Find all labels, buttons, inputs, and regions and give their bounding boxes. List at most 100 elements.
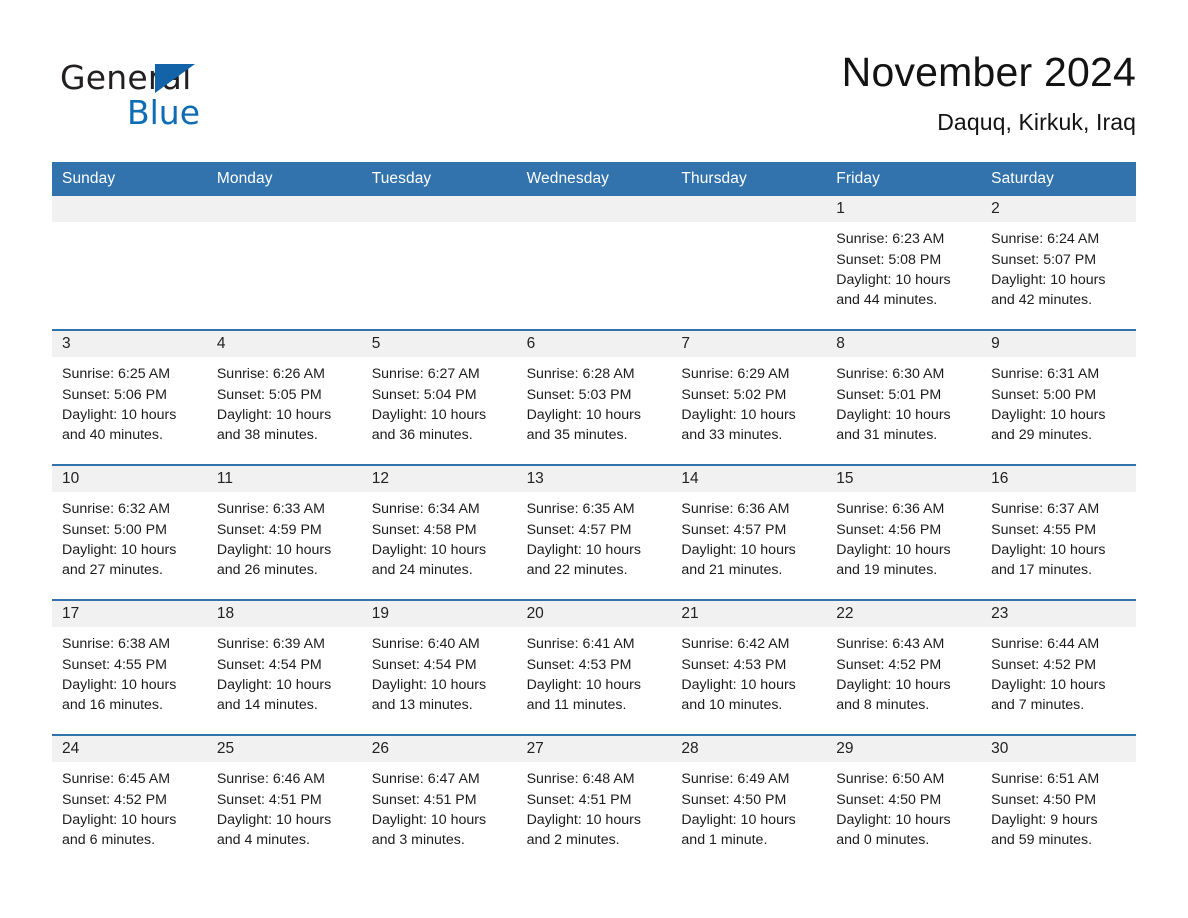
daylight-text-line1: Daylight: 10 hours: [371, 676, 487, 693]
sunset-text: Sunset: 5:04 PM: [371, 386, 477, 403]
calendar-day-cell[interactable]: 25 Sunrise: 6:46 AM Sunset: 4:51 PM Dayligh…: [206, 736, 362, 870]
daylight-text-line1: Daylight: 10 hours: [62, 541, 177, 558]
day-number: 27: [516, 736, 672, 763]
day-number: [206, 196, 362, 223]
calendar-day-cell[interactable]: 26 Sunrise: 6:47 AM Sunset: 4:51 PM Dayligh…: [361, 736, 517, 870]
calendar-day-cell[interactable]: 29 Sunrise: 6:50 AM Sunset: 4:50 PM Dayligh…: [826, 736, 982, 870]
sunrise-text: Sunrise: 6:30 AM: [836, 366, 945, 383]
daylight-text-line2: and 1 minute.: [681, 832, 768, 849]
sunset-text: Sunset: 5:01 PM: [836, 386, 942, 403]
calendar-day-cell[interactable]: 11 Sunrise: 6:33 AM Sunset: 4:59 PM Dayligh…: [206, 466, 362, 600]
sunrise-text: Sunrise: 6:31 AM: [991, 366, 1100, 383]
calendar-day-cell[interactable]: 8 Sunrise: 6:30 AM Sunset: 5:01 PM Daylight…: [826, 331, 982, 465]
day-sun-info: Sunrise: 6:37 AM Sunset: 4:55 PM Daylight:…: [981, 492, 1136, 581]
sunrise-text: Sunrise: 6:25 AM: [62, 366, 171, 383]
day-sun-info: Sunrise: 6:40 AM Sunset: 4:54 PM Daylight:…: [362, 627, 517, 716]
sunrise-text: Sunrise: 6:39 AM: [216, 636, 325, 653]
calendar-day-cell[interactable]: 12 Sunrise: 6:34 AM Sunset: 4:58 PM Dayligh…: [361, 466, 517, 600]
day-number: 18: [206, 601, 362, 628]
daylight-text-line2: and 7 minutes.: [991, 697, 1085, 714]
daylight-text-line2: and 8 minutes.: [836, 697, 930, 714]
day-sun-info: Sunrise: 6:43 AM Sunset: 4:52 PM Daylight:…: [826, 627, 981, 716]
sunset-text: Sunset: 4:55 PM: [62, 656, 167, 673]
daylight-text-line1: Daylight: 10 hours: [526, 406, 641, 423]
weekday-header-tuesday: Tuesday: [371, 170, 432, 188]
sunrise-text: Sunrise: 6:23 AM: [836, 231, 945, 248]
day-sun-info: Sunrise: 6:29 AM Sunset: 5:02 PM Daylight:…: [671, 357, 826, 446]
daylight-text-line2: and 0 minutes.: [836, 832, 930, 849]
daylight-text-line2: and 24 minutes.: [371, 562, 473, 579]
calendar-day-cell[interactable]: 7 Sunrise: 6:29 AM Sunset: 5:02 PM Daylight…: [671, 331, 827, 465]
calendar-week-row: 3 Sunrise: 6:25 AM Sunset: 5:06 PM Daylight…: [52, 329, 1136, 465]
calendar-day-cell[interactable]: 15 Sunrise: 6:36 AM Sunset: 4:56 PM Dayligh…: [826, 466, 982, 600]
daylight-text-line2: and 26 minutes.: [216, 562, 318, 579]
day-sun-info: Sunrise: 6:33 AM Sunset: 4:59 PM Daylight:…: [207, 492, 362, 581]
sunrise-text: Sunrise: 6:24 AM: [991, 231, 1100, 248]
calendar-day-cell[interactable]: 27 Sunrise: 6:48 AM Sunset: 4:51 PM Dayligh…: [516, 736, 672, 870]
calendar-day-cell[interactable]: 19 Sunrise: 6:40 AM Sunset: 4:54 PM Dayligh…: [361, 601, 517, 735]
calendar-day-cell[interactable]: 28 Sunrise: 6:49 AM Sunset: 4:50 PM Dayligh…: [671, 736, 827, 870]
sunset-text: Sunset: 4:52 PM: [62, 791, 167, 808]
calendar-day-cell[interactable]: 24 Sunrise: 6:45 AM Sunset: 4:52 PM Dayligh…: [52, 736, 207, 870]
calendar-day-cell[interactable]: 20 Sunrise: 6:41 AM Sunset: 4:53 PM Dayligh…: [516, 601, 672, 735]
calendar-day-cell[interactable]: 3 Sunrise: 6:25 AM Sunset: 5:06 PM Daylight…: [52, 331, 207, 465]
daylight-text-line2: and 16 minutes.: [62, 697, 163, 714]
calendar-day-cell[interactable]: 30 Sunrise: 6:51 AM Sunset: 4:50 PM Dayligh…: [981, 736, 1136, 870]
day-sun-info: Sunrise: 6:34 AM Sunset: 4:58 PM Daylight:…: [362, 492, 517, 581]
day-sun-info: Sunrise: 6:24 AM Sunset: 5:07 PM Daylight:…: [981, 222, 1136, 311]
sunset-text: Sunset: 4:52 PM: [991, 656, 1097, 673]
sunset-text: Sunset: 4:52 PM: [836, 656, 942, 673]
sunrise-text: Sunrise: 6:27 AM: [371, 366, 480, 383]
day-sun-info: Sunrise: 6:50 AM Sunset: 4:50 PM Daylight:…: [826, 762, 981, 851]
sunset-text: Sunset: 4:51 PM: [526, 791, 632, 808]
weekday-header-thursday: Thursday: [681, 170, 747, 188]
calendar-day-cell[interactable]: 17 Sunrise: 6:38 AM Sunset: 4:55 PM Dayligh…: [52, 601, 207, 735]
sunset-text: Sunset: 5:03 PM: [526, 386, 632, 403]
day-number: 10: [52, 466, 207, 493]
day-sun-info: Sunrise: 6:46 AM Sunset: 4:51 PM Daylight:…: [207, 762, 362, 851]
daylight-text-line1: Daylight: 10 hours: [991, 271, 1106, 288]
daylight-text-line2: and 36 minutes.: [371, 427, 473, 444]
sunset-text: Sunset: 4:56 PM: [836, 521, 942, 538]
daylight-text-line2: and 29 minutes.: [991, 427, 1093, 444]
sunset-text: Sunset: 4:57 PM: [681, 521, 787, 538]
daylight-text-line1: Daylight: 10 hours: [991, 676, 1106, 693]
day-sun-info: Sunrise: 6:36 AM Sunset: 4:56 PM Daylight:…: [826, 492, 981, 581]
calendar-day-cell[interactable]: 22 Sunrise: 6:43 AM Sunset: 4:52 PM Dayligh…: [826, 601, 982, 735]
calendar-day-cell[interactable]: 4 Sunrise: 6:26 AM Sunset: 5:05 PM Daylight…: [206, 331, 362, 465]
calendar-day-cell[interactable]: 16 Sunrise: 6:37 AM Sunset: 4:55 PM Dayligh…: [981, 466, 1136, 600]
calendar-day-cell-empty: [52, 196, 207, 330]
calendar-day-cell[interactable]: 5 Sunrise: 6:27 AM Sunset: 5:04 PM Daylight…: [361, 331, 517, 465]
day-sun-info: Sunrise: 6:30 AM Sunset: 5:01 PM Daylight:…: [826, 357, 981, 446]
sunrise-text: Sunrise: 6:26 AM: [216, 366, 325, 383]
calendar-day-cell[interactable]: 14 Sunrise: 6:36 AM Sunset: 4:57 PM Dayligh…: [671, 466, 827, 600]
day-sun-info: Sunrise: 6:42 AM Sunset: 4:53 PM Daylight:…: [671, 627, 826, 716]
daylight-text-line1: Daylight: 10 hours: [216, 676, 332, 693]
sunset-text: Sunset: 4:54 PM: [216, 656, 322, 673]
daylight-text-line2: and 10 minutes.: [681, 697, 783, 714]
calendar-day-cell[interactable]: 13 Sunrise: 6:35 AM Sunset: 4:57 PM Dayligh…: [516, 466, 672, 600]
calendar-day-cell[interactable]: 6 Sunrise: 6:28 AM Sunset: 5:03 PM Daylight…: [516, 331, 672, 465]
calendar-day-cell[interactable]: 10 Sunrise: 6:32 AM Sunset: 5:00 PM Dayligh…: [52, 466, 207, 600]
calendar-day-cell[interactable]: 23 Sunrise: 6:44 AM Sunset: 4:52 PM Dayligh…: [981, 601, 1136, 735]
daylight-text-line1: Daylight: 10 hours: [526, 541, 641, 558]
daylight-text-line1: Daylight: 10 hours: [62, 676, 177, 693]
daylight-text-line2: and 35 minutes.: [526, 427, 628, 444]
calendar-week-row: 24 Sunrise: 6:45 AM Sunset: 4:52 PM Dayligh…: [52, 734, 1136, 870]
sunrise-text: Sunrise: 6:42 AM: [681, 636, 790, 653]
daylight-text-line1: Daylight: 10 hours: [991, 406, 1106, 423]
day-sun-info: Sunrise: 6:38 AM Sunset: 4:55 PM Daylight:…: [52, 627, 207, 716]
calendar-day-cell[interactable]: 2 Sunrise: 6:24 AM Sunset: 5:07 PM Daylight…: [981, 196, 1136, 330]
daylight-text-line1: Daylight: 10 hours: [991, 541, 1106, 558]
calendar-day-cell[interactable]: 18 Sunrise: 6:39 AM Sunset: 4:54 PM Dayligh…: [206, 601, 362, 735]
sunrise-text: Sunrise: 6:51 AM: [991, 771, 1100, 788]
daylight-text-line1: Daylight: 10 hours: [216, 811, 332, 828]
sunrise-text: Sunrise: 6:33 AM: [216, 501, 325, 518]
calendar-day-cell[interactable]: 1 Sunrise: 6:23 AM Sunset: 5:08 PM Daylight…: [826, 196, 982, 330]
calendar-day-cell[interactable]: 9 Sunrise: 6:31 AM Sunset: 5:00 PM Daylight…: [981, 331, 1136, 465]
daylight-text-line2: and 17 minutes.: [991, 562, 1093, 579]
day-number: 24: [52, 736, 207, 763]
sunrise-text: Sunrise: 6:35 AM: [526, 501, 635, 518]
calendar-day-cell[interactable]: 21 Sunrise: 6:42 AM Sunset: 4:53 PM Dayligh…: [671, 601, 827, 735]
daylight-text-line2: and 11 minutes.: [526, 697, 627, 714]
